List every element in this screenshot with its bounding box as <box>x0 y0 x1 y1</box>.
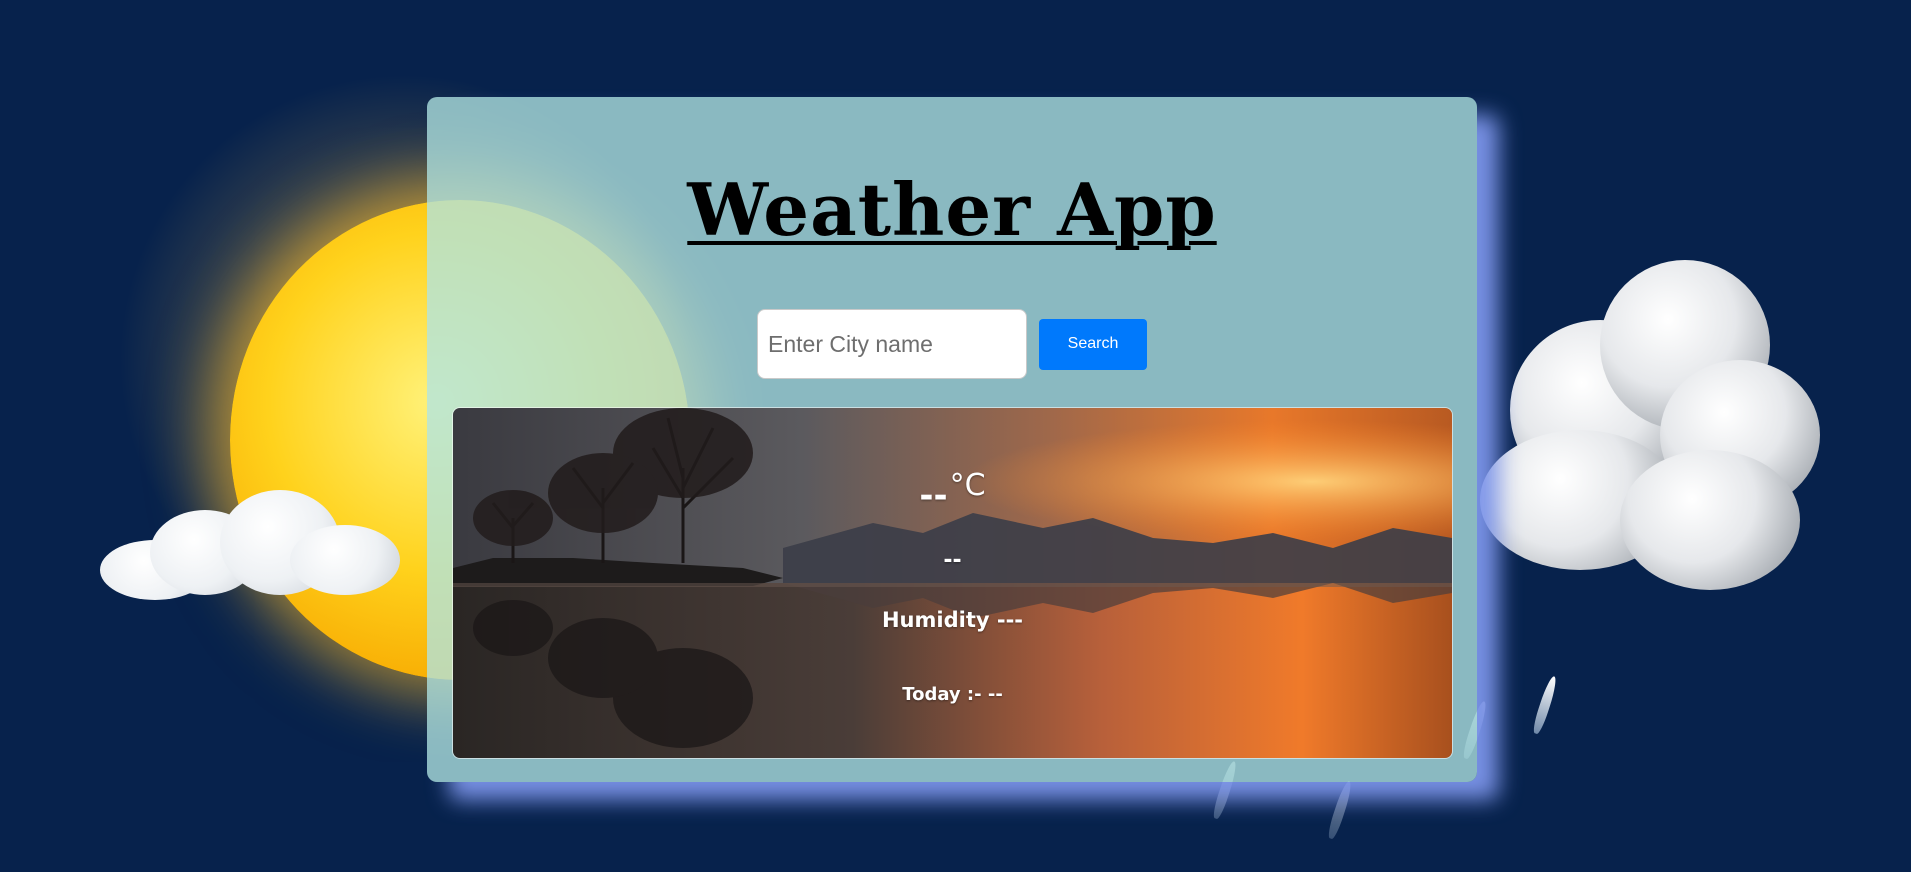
humidity-text: Humidity --- <box>881 608 1024 632</box>
today-date-text: Today :- -- <box>902 684 1003 705</box>
weather-condition: -- <box>943 548 962 573</box>
cloud-icon <box>100 490 400 600</box>
search-button[interactable]: Search <box>1039 318 1147 370</box>
app-title: Weather App <box>687 167 1217 252</box>
sunset-lake-image <box>453 408 1452 758</box>
raindrop-icon <box>1530 674 1560 736</box>
search-bar: Search <box>427 309 1477 379</box>
app-card: Weather App Search <box>427 97 1477 782</box>
rain-cloud-icon <box>1470 230 1830 630</box>
temperature-unit: °C <box>949 468 986 503</box>
temperature-display: --°C <box>453 468 1452 516</box>
weather-panel: --°C -- Humidity --- Today :- -- <box>452 407 1453 759</box>
raindrop-icon <box>1325 779 1355 841</box>
city-search-input[interactable] <box>757 309 1027 379</box>
temperature-value: -- <box>919 476 948 516</box>
